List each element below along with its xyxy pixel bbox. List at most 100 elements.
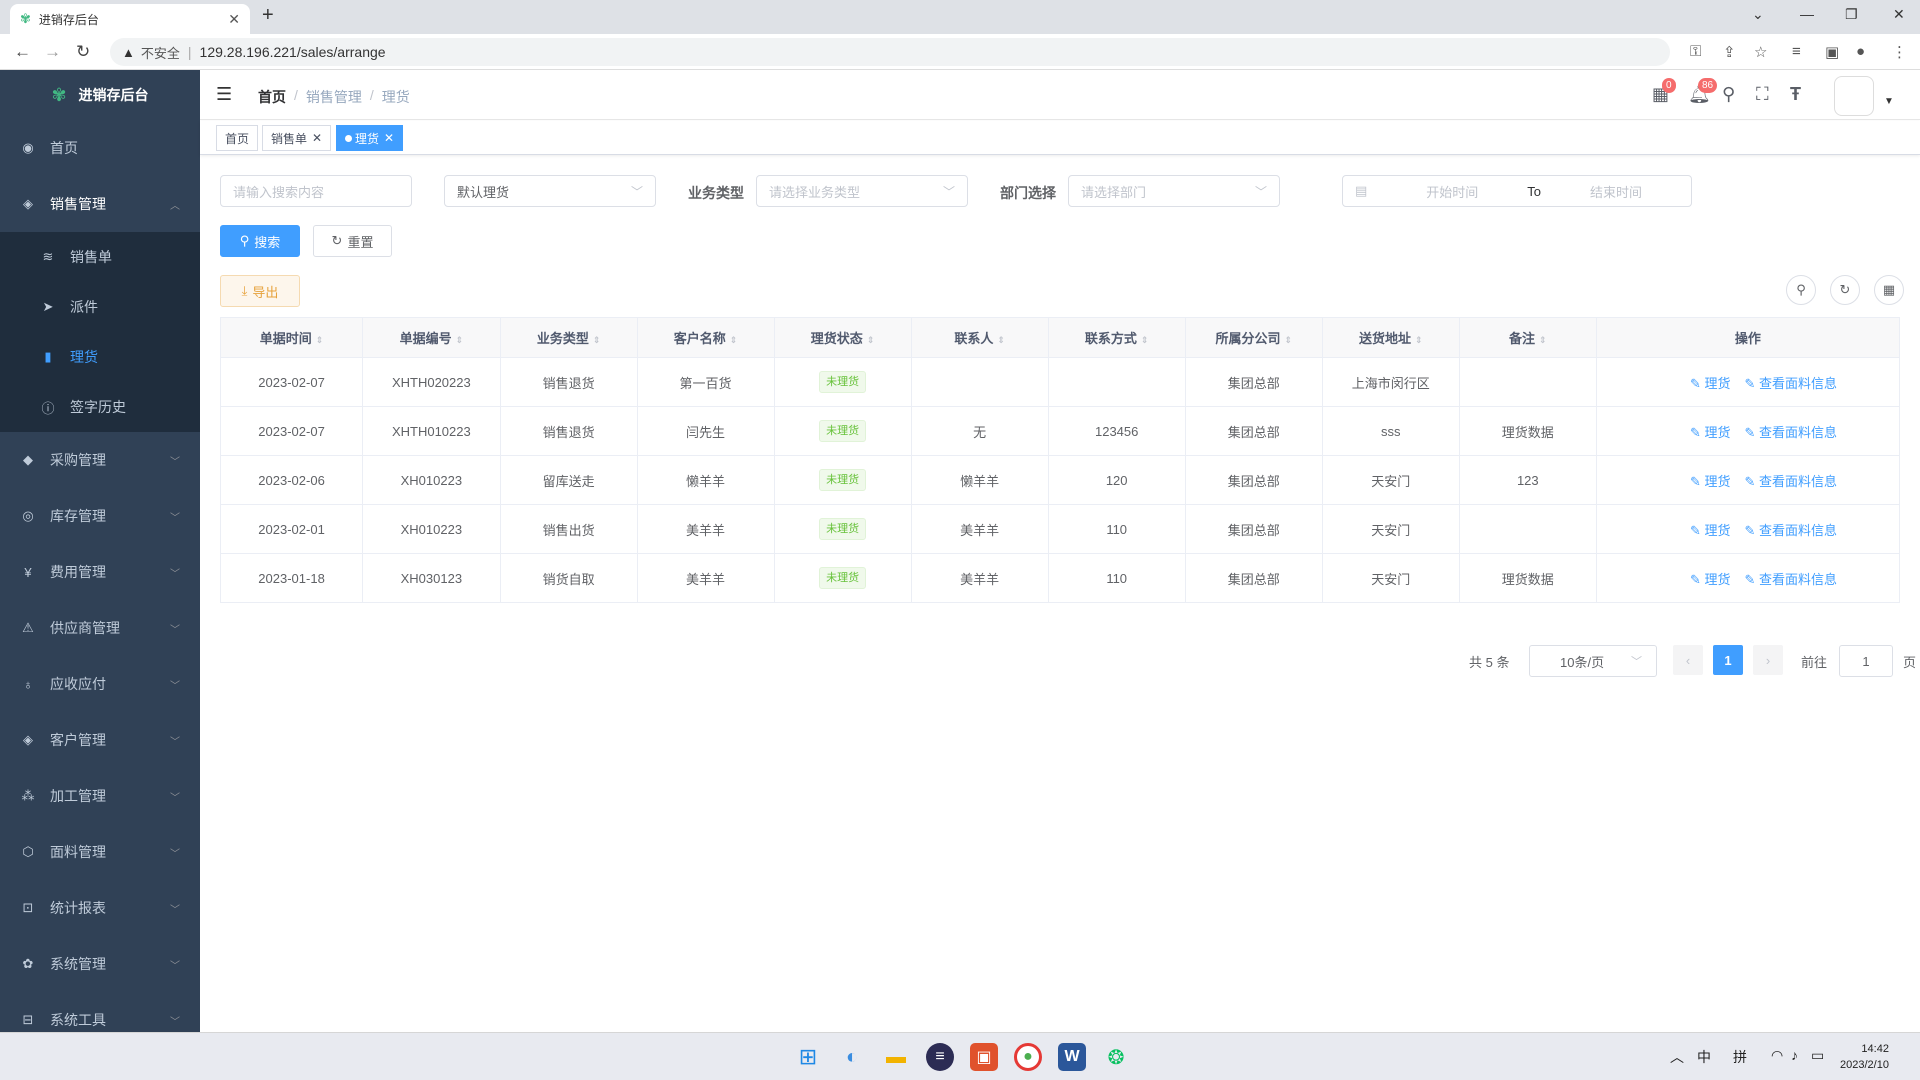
arrange-action-link[interactable]: ✎ 理货 — [1690, 572, 1731, 587]
arrange-action-link[interactable]: ✎ 理货 — [1690, 523, 1731, 538]
tag-home[interactable]: 首页 — [216, 125, 259, 151]
ime-pinyin[interactable]: 拼 — [1733, 1047, 1747, 1067]
ime-mode[interactable]: 中 — [1697, 1047, 1711, 1067]
column-header[interactable]: 所属分公司 ⇕ — [1185, 317, 1323, 358]
word-icon[interactable]: W — [1058, 1043, 1086, 1071]
restore-icon[interactable]: ❐ — [1845, 6, 1858, 23]
sort-icon[interactable]: ⇕ — [730, 335, 738, 345]
sidebar-item-sales-order[interactable]: ≋ 销售单 — [0, 232, 200, 282]
sidebar-item-processing[interactable]: ⁂ 加工管理 ﹀ — [0, 768, 200, 824]
close-icon[interactable]: ✕ — [312, 131, 322, 145]
sidebar-item-home[interactable]: ◉ 首页 — [0, 120, 200, 176]
sort-icon[interactable]: ⇕ — [1285, 335, 1293, 345]
search-icon[interactable]: ⚲ — [1722, 84, 1735, 105]
sidebar-item-tools[interactable]: ⊟ 系统工具 ﹀ — [0, 992, 200, 1032]
status-select[interactable]: 默认理货 ﹀ — [444, 175, 656, 207]
tag-sales-order[interactable]: 销售单 ✕ — [262, 125, 332, 151]
new-tab-icon[interactable]: + — [262, 4, 274, 27]
export-button[interactable]: ⤓ 导出 — [220, 275, 300, 307]
arrange-action-link[interactable]: ✎ 理货 — [1690, 376, 1731, 391]
search-input[interactable]: 请输入搜索内容 — [220, 175, 412, 207]
close-icon[interactable]: ✕ — [384, 131, 394, 145]
column-header[interactable]: 联系人 ⇕ — [911, 317, 1049, 358]
sidebar-logo[interactable]: ✾ 进销存后台 — [0, 70, 200, 120]
view-fabric-link[interactable]: ✎ 查看面料信息 — [1744, 376, 1837, 391]
sort-icon[interactable]: ⇕ — [997, 335, 1005, 345]
biz-type-select[interactable]: 请选择业务类型 ﹀ — [756, 175, 968, 207]
volume-icon[interactable]: ♪ — [1791, 1047, 1798, 1063]
date-range-picker[interactable]: ▤ 开始时间 To 结束时间 — [1342, 175, 1692, 207]
sidebar-item-inventory[interactable]: ◎ 库存管理 ﹀ — [0, 488, 200, 544]
sort-icon[interactable]: ⇕ — [456, 335, 464, 345]
browser-tab[interactable]: ✾ 进销存后台 ✕ — [10, 4, 250, 34]
sort-icon[interactable]: ⇕ — [1539, 335, 1547, 345]
sidebar-item-supplier[interactable]: ⚠ 供应商管理 ﹀ — [0, 600, 200, 656]
tag-arrange[interactable]: 理货 ✕ — [336, 125, 404, 151]
sidebar-item-sales[interactable]: ◈ 销售管理 ︿ — [0, 176, 200, 232]
forward-icon[interactable]: → — [44, 42, 61, 62]
wifi-icon[interactable]: ◠ — [1771, 1047, 1783, 1064]
view-fabric-link[interactable]: ✎ 查看面料信息 — [1744, 425, 1837, 440]
edge-browser-icon[interactable]: ◐ — [838, 1043, 866, 1071]
fullscreen-icon[interactable]: ⛶ — [1756, 84, 1769, 105]
sidebar-item-expense[interactable]: ¥ 费用管理 ﹀ — [0, 544, 200, 600]
caret-down-icon[interactable]: ▼ — [1884, 96, 1894, 107]
share-icon[interactable]: ⇪ — [1723, 43, 1736, 61]
sort-icon[interactable]: ⇕ — [593, 335, 601, 345]
tray-expand-icon[interactable]: ︿ — [1670, 1047, 1684, 1067]
app-store-icon[interactable]: ▣ — [970, 1043, 998, 1071]
arrange-action-link[interactable]: ✎ 理货 — [1690, 474, 1731, 489]
page-number-button[interactable]: 1 — [1713, 645, 1743, 675]
sort-icon[interactable]: ⇕ — [1415, 335, 1423, 345]
key-icon[interactable]: ⚿ — [1690, 43, 1701, 60]
search-button[interactable]: ⚲ 搜索 — [220, 225, 300, 257]
browser-menu-icon[interactable]: ⋮ — [1892, 43, 1907, 61]
sidebar-item-dispatch[interactable]: ➤ 派件 — [0, 282, 200, 332]
sidebar-item-signature-history[interactable]: ⓘ 签字历史 — [0, 382, 200, 432]
column-header[interactable]: 联系方式 ⇕ — [1048, 317, 1186, 358]
back-icon[interactable]: ← — [14, 42, 31, 62]
side-panel-icon[interactable]: ▣ — [1825, 43, 1839, 61]
column-header[interactable]: 理货状态 ⇕ — [774, 317, 912, 358]
sidebar-item-arrange[interactable]: ▮ 理货 — [0, 332, 200, 382]
reset-button[interactable]: ↻ 重置 — [313, 225, 392, 257]
page-size-select[interactable]: 10条/页 ﹀ — [1529, 645, 1657, 677]
minimize-icon[interactable]: — — [1800, 6, 1814, 22]
column-header[interactable]: 备注 ⇕ — [1459, 317, 1597, 358]
column-header[interactable]: 单据编号 ⇕ — [362, 317, 501, 358]
column-header[interactable]: 客户名称 ⇕ — [637, 317, 775, 358]
sort-icon[interactable]: ⇕ — [316, 335, 324, 345]
column-header[interactable]: 单据时间 ⇕ — [220, 317, 364, 358]
breadcrumb-home[interactable]: 首页 — [258, 87, 286, 107]
next-page-button[interactable]: › — [1753, 645, 1783, 675]
file-explorer-icon[interactable]: ▬ — [882, 1043, 910, 1071]
sidebar-item-customer[interactable]: ◈ 客户管理 ﹀ — [0, 712, 200, 768]
sidebar-item-purchase[interactable]: ◆ 采购管理 ﹀ — [0, 432, 200, 488]
view-fabric-link[interactable]: ✎ 查看面料信息 — [1744, 572, 1837, 587]
bookmark-star-icon[interactable]: ☆ — [1754, 43, 1767, 61]
system-clock[interactable]: 14:42 2023/2/10 — [1840, 1041, 1889, 1073]
sort-icon[interactable]: ⇕ — [867, 335, 875, 345]
reload-icon[interactable]: ↻ — [76, 42, 90, 62]
tab-search-chevron-icon[interactable]: ⌄ — [1752, 6, 1764, 23]
dept-select[interactable]: 请选择部门 ﹀ — [1068, 175, 1280, 207]
arrange-action-link[interactable]: ✎ 理货 — [1690, 425, 1731, 440]
view-fabric-link[interactable]: ✎ 查看面料信息 — [1744, 523, 1837, 538]
close-window-icon[interactable]: ✕ — [1893, 6, 1905, 23]
font-size-icon[interactable]: Ŧ — [1790, 84, 1801, 105]
sidebar-item-fabric[interactable]: ⬡ 面料管理 ﹀ — [0, 824, 200, 880]
reading-list-icon[interactable]: ≡ — [1792, 43, 1801, 60]
avatar[interactable] — [1834, 76, 1874, 116]
url-omnibox[interactable]: ▲ 不安全 | 129.28.196.221/sales/arrange — [110, 38, 1670, 66]
chrome-icon[interactable]: ● — [1014, 1043, 1042, 1071]
prev-page-button[interactable]: ‹ — [1673, 645, 1703, 675]
goto-page-input[interactable]: 1 — [1839, 645, 1893, 677]
wechat-icon[interactable]: ❂ — [1102, 1043, 1130, 1071]
column-header[interactable]: 送货地址 ⇕ — [1322, 317, 1460, 358]
sidebar-item-reports[interactable]: ⊡ 统计报表 ﹀ — [0, 880, 200, 936]
sidebar-toggle-icon[interactable]: ☰ — [216, 84, 232, 105]
eclipse-icon[interactable]: ≡ — [926, 1043, 954, 1071]
sidebar-item-system[interactable]: ✿ 系统管理 ﹀ — [0, 936, 200, 992]
profile-icon[interactable]: ● — [1856, 43, 1865, 60]
column-header[interactable]: 业务类型 ⇕ — [500, 317, 638, 358]
